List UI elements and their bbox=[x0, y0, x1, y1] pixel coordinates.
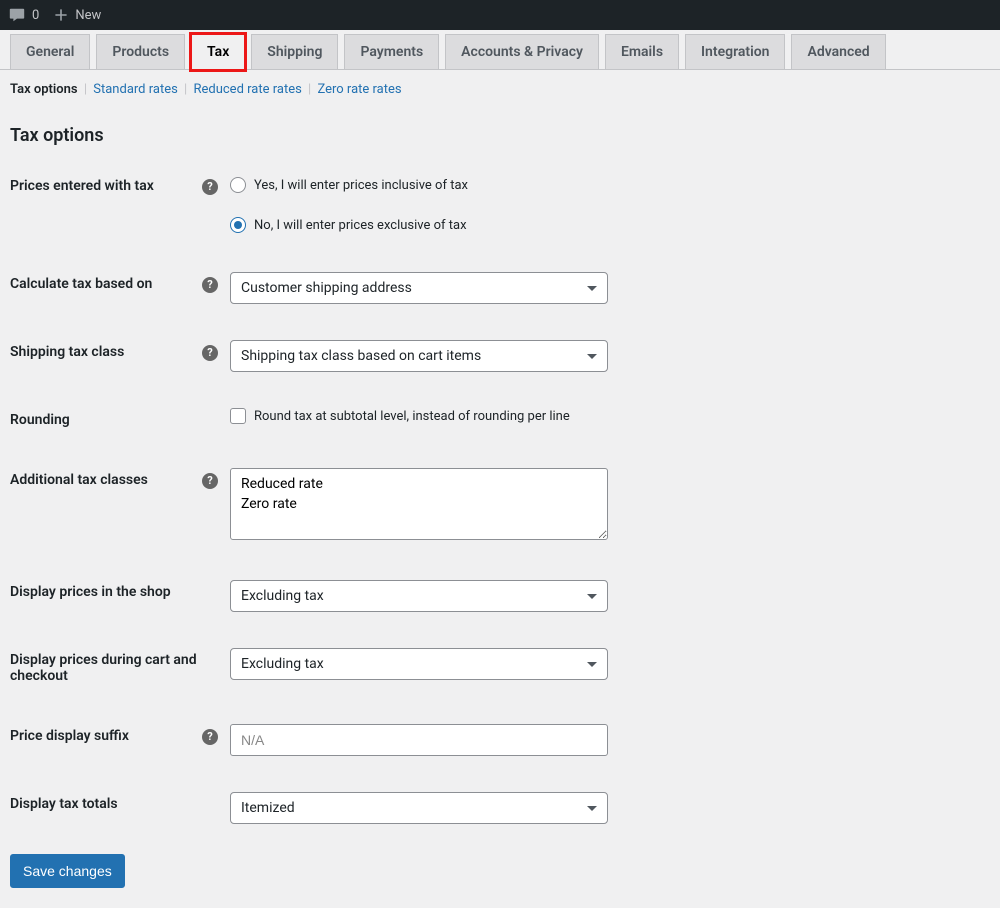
tab-tax[interactable]: Tax bbox=[191, 34, 245, 70]
subnav-standard-rates[interactable]: Standard rates bbox=[93, 82, 178, 97]
label-price-display-suffix: Price display suffix ? bbox=[10, 706, 230, 774]
label-display-prices-cart: Display prices during cart and checkout bbox=[10, 630, 230, 706]
select-calculate-tax[interactable]: Customer shipping address bbox=[230, 272, 608, 304]
new-label: New bbox=[75, 8, 101, 23]
comments-item[interactable]: 0 bbox=[8, 6, 39, 24]
label-prices-entered: Prices entered with tax ? bbox=[10, 156, 230, 254]
tab-general[interactable]: General bbox=[10, 34, 90, 69]
help-icon[interactable]: ? bbox=[202, 473, 218, 489]
comments-count: 0 bbox=[32, 8, 39, 23]
subnav: Tax options | Standard rates | Reduced r… bbox=[0, 70, 1000, 107]
radio-prices-no[interactable] bbox=[230, 217, 246, 233]
select-shipping-tax-class[interactable]: Shipping tax class based on cart items bbox=[230, 340, 608, 372]
content: Tax options Prices entered with tax ? Ye… bbox=[0, 107, 1000, 908]
admin-bar: 0 New bbox=[0, 0, 1000, 30]
tab-advanced[interactable]: Advanced bbox=[791, 34, 885, 69]
save-button[interactable]: Save changes bbox=[10, 854, 125, 888]
checkbox-rounding[interactable] bbox=[230, 408, 246, 424]
comment-icon bbox=[8, 6, 26, 24]
select-display-prices-shop[interactable]: Excluding tax bbox=[230, 580, 608, 612]
tab-accounts-privacy[interactable]: Accounts & Privacy bbox=[445, 34, 599, 69]
tab-payments[interactable]: Payments bbox=[344, 34, 439, 69]
label-display-tax-totals: Display tax totals bbox=[10, 774, 230, 842]
input-price-display-suffix[interactable] bbox=[230, 724, 608, 756]
subnav-reduced-rate-rates[interactable]: Reduced rate rates bbox=[193, 82, 301, 97]
form-table: Prices entered with tax ? Yes, I will en… bbox=[10, 156, 990, 842]
help-icon[interactable]: ? bbox=[202, 345, 218, 361]
help-icon[interactable]: ? bbox=[202, 277, 218, 293]
nav-tabs: General Products Tax Shipping Payments A… bbox=[0, 30, 1000, 70]
subnav-zero-rate-rates[interactable]: Zero rate rates bbox=[317, 82, 401, 97]
tab-products[interactable]: Products bbox=[96, 34, 185, 69]
radio-prices-no-label: No, I will enter prices exclusive of tax bbox=[254, 218, 467, 233]
label-rounding: Rounding bbox=[10, 390, 230, 450]
label-display-prices-shop: Display prices in the shop bbox=[10, 562, 230, 630]
label-calculate-tax: Calculate tax based on ? bbox=[10, 254, 230, 322]
textarea-additional-tax-classes[interactable] bbox=[230, 468, 608, 540]
tab-integration[interactable]: Integration bbox=[685, 34, 785, 69]
help-icon[interactable]: ? bbox=[202, 179, 218, 195]
section-title: Tax options bbox=[10, 107, 990, 156]
checkbox-rounding-label: Round tax at subtotal level, instead of … bbox=[254, 409, 570, 424]
plus-icon bbox=[53, 7, 69, 23]
tab-emails[interactable]: Emails bbox=[605, 34, 679, 69]
new-item[interactable]: New bbox=[53, 7, 101, 23]
subnav-current: Tax options bbox=[10, 82, 78, 97]
label-additional-tax-classes: Additional tax classes ? bbox=[10, 450, 230, 562]
radio-prices-yes-label: Yes, I will enter prices inclusive of ta… bbox=[254, 178, 468, 193]
help-icon[interactable]: ? bbox=[202, 729, 218, 745]
label-shipping-tax-class: Shipping tax class ? bbox=[10, 322, 230, 390]
tab-shipping[interactable]: Shipping bbox=[251, 34, 338, 69]
radio-prices-yes[interactable] bbox=[230, 177, 246, 193]
select-display-prices-cart[interactable]: Excluding tax bbox=[230, 648, 608, 680]
select-display-tax-totals[interactable]: Itemized bbox=[230, 792, 608, 824]
